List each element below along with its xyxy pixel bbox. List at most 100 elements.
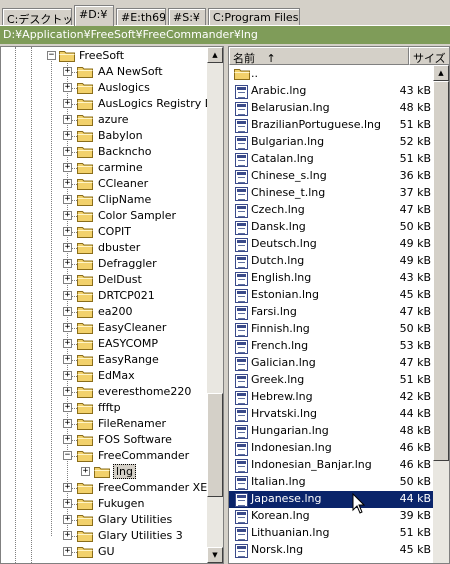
file-row[interactable]: Hungarian.lng 48 kB bbox=[229, 423, 435, 440]
tree-scrollbar[interactable]: ▲ ▼ bbox=[207, 47, 223, 563]
folder-tree[interactable]: − FreeSoft + AA NewSoft + Auslogics + AusLogics… bbox=[0, 46, 224, 564]
expand-icon[interactable]: + bbox=[63, 323, 72, 332]
expand-icon[interactable]: + bbox=[63, 179, 72, 188]
list-item-parent[interactable]: .. bbox=[229, 66, 435, 83]
tree-item[interactable]: + Babylon bbox=[1, 128, 211, 144]
list-scroll-thumb[interactable] bbox=[433, 81, 449, 461]
size-column-header[interactable]: サイズ bbox=[409, 47, 449, 65]
expand-icon[interactable]: + bbox=[63, 419, 72, 428]
list-scroll-up-icon[interactable]: ▲ bbox=[433, 65, 449, 81]
file-row[interactable]: Dansk.lng 50 kB bbox=[229, 219, 435, 236]
file-row[interactable]: Hrvatski.lng 44 kB bbox=[229, 406, 435, 423]
expand-icon[interactable]: + bbox=[63, 355, 72, 364]
expand-icon[interactable]: + bbox=[63, 515, 72, 524]
tab-e-drive[interactable]: #E:th69 bbox=[116, 8, 166, 26]
tree-item[interactable]: + EasyRange bbox=[1, 352, 211, 368]
file-list[interactable]: 名前 ↑ サイズ .. Arabic.lng 43 kB Belarusian.lng… bbox=[228, 46, 450, 564]
expand-icon[interactable]: + bbox=[63, 339, 72, 348]
expand-icon[interactable]: + bbox=[63, 115, 72, 124]
tree-item[interactable]: + FreeCommander XE bbox=[1, 480, 211, 496]
tree-item[interactable]: + EasyCleaner bbox=[1, 320, 211, 336]
tree-item[interactable]: + dbuster bbox=[1, 240, 211, 256]
file-row-selected[interactable]: Japanese.lng 44 kB bbox=[229, 491, 435, 508]
tree-item[interactable]: − FreeCommander bbox=[1, 448, 211, 464]
file-row[interactable]: Farsi.lng 47 kB bbox=[229, 304, 435, 321]
file-row[interactable]: Galician.lng 47 kB bbox=[229, 355, 435, 372]
tree-item-freesoft[interactable]: − FreeSoft bbox=[1, 48, 211, 64]
name-column-header[interactable]: 名前 ↑ bbox=[229, 47, 409, 65]
file-row[interactable]: Chinese_s.lng 36 kB bbox=[229, 168, 435, 185]
file-row[interactable]: Chinese_t.lng 37 kB bbox=[229, 185, 435, 202]
expand-icon[interactable]: + bbox=[63, 531, 72, 540]
file-row[interactable]: Norsk.lng 45 kB bbox=[229, 542, 435, 559]
expand-icon[interactable]: + bbox=[81, 467, 90, 476]
file-row[interactable]: Korean.lng 39 kB bbox=[229, 508, 435, 525]
file-row[interactable]: Arabic.lng 43 kB bbox=[229, 83, 435, 100]
file-row[interactable]: Hebrew.lng 42 kB bbox=[229, 389, 435, 406]
tree-item[interactable]: + AusLogics Registry D bbox=[1, 96, 213, 112]
expand-icon[interactable]: + bbox=[63, 371, 72, 380]
file-row[interactable]: Dutch.lng 49 kB bbox=[229, 253, 435, 270]
list-scrollbar[interactable]: ▲ bbox=[433, 65, 449, 563]
expand-icon[interactable]: + bbox=[63, 147, 72, 156]
tree-item[interactable]: + Defraggler bbox=[1, 256, 211, 272]
tree-item[interactable]: + Fukugen bbox=[1, 496, 211, 512]
file-row[interactable]: Bulgarian.lng 52 kB bbox=[229, 134, 435, 151]
file-row[interactable]: Estonian.lng 45 kB bbox=[229, 287, 435, 304]
file-row[interactable]: Greek.lng 51 kB bbox=[229, 372, 435, 389]
expand-icon[interactable]: + bbox=[63, 211, 72, 220]
file-row[interactable]: Deutsch.lng 49 kB bbox=[229, 236, 435, 253]
tree-item[interactable]: + AA NewSoft bbox=[1, 64, 211, 80]
expand-icon[interactable]: + bbox=[63, 67, 72, 76]
scroll-down-icon[interactable]: ▼ bbox=[207, 547, 223, 563]
expand-icon[interactable]: + bbox=[63, 483, 72, 492]
file-row[interactable]: Finnish.lng 50 kB bbox=[229, 321, 435, 338]
file-row[interactable]: Czech.lng 47 kB bbox=[229, 202, 435, 219]
tree-item[interactable]: + ea200 bbox=[1, 304, 211, 320]
file-row[interactable]: French.lng 53 kB bbox=[229, 338, 435, 355]
tree-item[interactable]: + Color Sampler bbox=[1, 208, 211, 224]
tree-item[interactable]: + azure bbox=[1, 112, 211, 128]
tree-item[interactable]: + everesthome220 bbox=[1, 384, 211, 400]
tree-item[interactable]: + Auslogics bbox=[1, 80, 211, 96]
expand-icon[interactable]: + bbox=[63, 387, 72, 396]
tree-item-lng[interactable]: + lng bbox=[1, 464, 211, 480]
collapse-icon[interactable]: − bbox=[63, 451, 72, 460]
tree-item[interactable]: + GU bbox=[1, 544, 211, 560]
tree-item[interactable]: + FileRenamer bbox=[1, 416, 211, 432]
tab-s-drive[interactable]: #S:¥ bbox=[168, 8, 206, 26]
tree-item[interactable]: + carmine bbox=[1, 160, 211, 176]
tab-d-drive[interactable]: #D:¥ bbox=[74, 5, 114, 26]
file-row[interactable]: Indonesian.lng 46 kB bbox=[229, 440, 435, 457]
expand-icon[interactable]: + bbox=[63, 259, 72, 268]
tree-item[interactable]: + DelDust bbox=[1, 272, 211, 288]
tab-program-files[interactable]: C:Program Files bbox=[208, 8, 300, 26]
expand-icon[interactable]: + bbox=[63, 131, 72, 140]
scroll-up-icon[interactable]: ▲ bbox=[207, 47, 223, 63]
scroll-thumb[interactable] bbox=[207, 393, 223, 497]
tab-desktop[interactable]: C:デスクトップ bbox=[2, 8, 72, 26]
tree-item[interactable]: + ffftp bbox=[1, 400, 211, 416]
expand-icon[interactable]: + bbox=[63, 195, 72, 204]
tree-item[interactable]: + Glary Utilities bbox=[1, 512, 211, 528]
file-row[interactable]: Italian.lng 50 kB bbox=[229, 474, 435, 491]
file-row[interactable]: Catalan.lng 51 kB bbox=[229, 151, 435, 168]
tree-item[interactable]: + EASYCOMP bbox=[1, 336, 211, 352]
tree-item[interactable]: + COPIT bbox=[1, 224, 211, 240]
expand-icon[interactable]: + bbox=[63, 435, 72, 444]
file-row[interactable]: English.lng 43 kB bbox=[229, 270, 435, 287]
tree-item[interactable]: + Backncho bbox=[1, 144, 211, 160]
expand-icon[interactable]: + bbox=[63, 99, 72, 108]
expand-icon[interactable]: + bbox=[63, 227, 72, 236]
expand-icon[interactable]: + bbox=[63, 243, 72, 252]
file-row[interactable]: Lithuanian.lng 51 kB bbox=[229, 525, 435, 542]
tree-item[interactable]: + CCleaner bbox=[1, 176, 211, 192]
file-row[interactable]: Belarusian.lng 48 kB bbox=[229, 100, 435, 117]
tree-item[interactable]: + FOS Software bbox=[1, 432, 211, 448]
expand-icon[interactable]: + bbox=[63, 499, 72, 508]
expand-icon[interactable]: + bbox=[63, 547, 72, 556]
expand-icon[interactable]: + bbox=[63, 291, 72, 300]
collapse-icon[interactable]: − bbox=[47, 51, 56, 60]
tree-item[interactable]: + ClipName bbox=[1, 192, 211, 208]
expand-icon[interactable]: + bbox=[63, 163, 72, 172]
